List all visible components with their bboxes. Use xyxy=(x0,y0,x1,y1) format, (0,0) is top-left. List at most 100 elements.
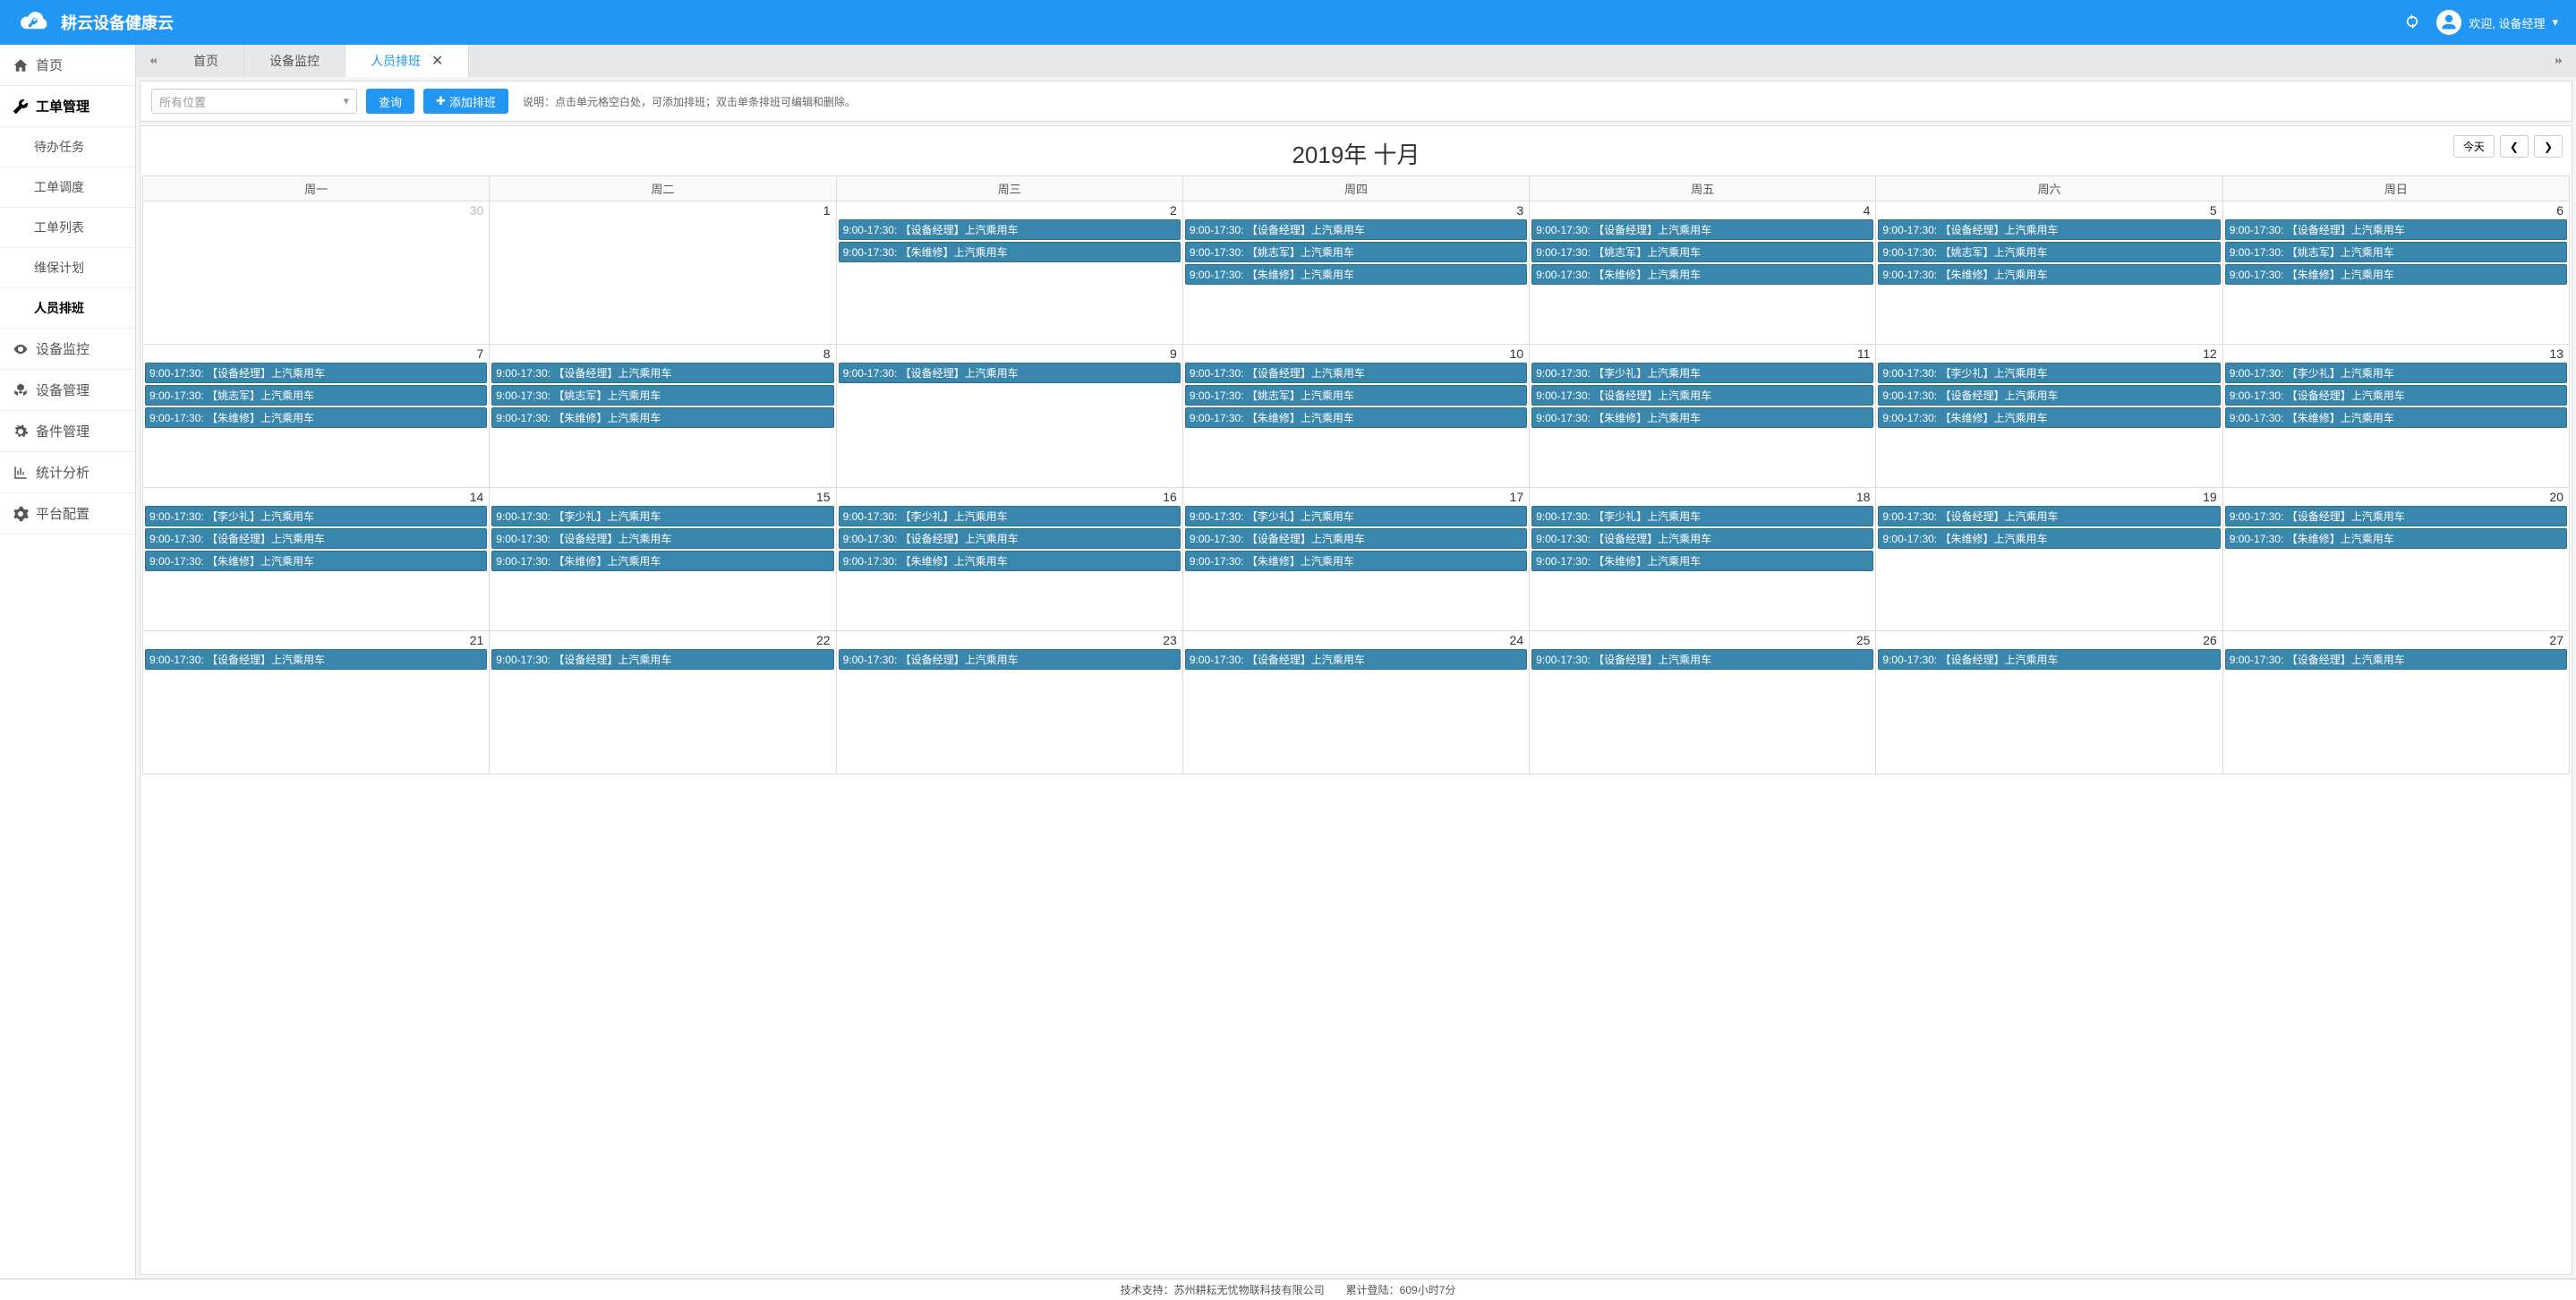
calendar-day-cell[interactable]: 29:00-17:30: 【设备经理】上汽乘用车9:00-17:30: 【朱维修… xyxy=(836,201,1182,345)
schedule-event[interactable]: 9:00-17:30: 【姚志军】上汽乘用车 xyxy=(1185,242,1527,262)
schedule-event[interactable]: 9:00-17:30: 【设备经理】上汽乘用车 xyxy=(491,649,833,670)
calendar-day-cell[interactable]: 159:00-17:30: 【李少礼】上汽乘用车9:00-17:30: 【设备经… xyxy=(490,488,836,631)
schedule-event[interactable]: 9:00-17:30: 【李少礼】上汽乘用车 xyxy=(145,506,487,526)
schedule-event[interactable]: 9:00-17:30: 【设备经理】上汽乘用车 xyxy=(145,649,487,670)
tab[interactable]: 首页 xyxy=(168,45,244,77)
nav-item[interactable]: 平台配置 xyxy=(0,493,135,535)
schedule-event[interactable]: 9:00-17:30: 【设备经理】上汽乘用车 xyxy=(839,528,1181,549)
schedule-event[interactable]: 9:00-17:30: 【朱维修】上汽乘用车 xyxy=(1185,551,1527,571)
calendar-day-cell[interactable]: 199:00-17:30: 【设备经理】上汽乘用车9:00-17:30: 【朱维… xyxy=(1876,488,2222,631)
schedule-event[interactable]: 9:00-17:30: 【朱维修】上汽乘用车 xyxy=(2225,264,2567,285)
calendar-day-cell[interactable]: 59:00-17:30: 【设备经理】上汽乘用车9:00-17:30: 【姚志军… xyxy=(1876,201,2222,345)
schedule-event[interactable]: 9:00-17:30: 【设备经理】上汽乘用车 xyxy=(1185,219,1527,240)
schedule-event[interactable]: 9:00-17:30: 【姚志军】上汽乘用车 xyxy=(1878,242,2220,262)
calendar-day-cell[interactable]: 269:00-17:30: 【设备经理】上汽乘用车 xyxy=(1876,631,2222,774)
schedule-event[interactable]: 9:00-17:30: 【李少礼】上汽乘用车 xyxy=(2225,363,2567,383)
user-menu[interactable]: 欢迎, 设备经理 ▾ xyxy=(2436,10,2558,35)
refresh-icon[interactable] xyxy=(2404,13,2420,32)
nav-sub-item[interactable]: 人员排班 xyxy=(0,288,135,329)
schedule-event[interactable]: 9:00-17:30: 【朱维修】上汽乘用车 xyxy=(839,242,1181,262)
schedule-event[interactable]: 9:00-17:30: 【设备经理】上汽乘用车 xyxy=(839,649,1181,670)
tab[interactable]: 人员排班✕ xyxy=(345,45,469,77)
schedule-event[interactable]: 9:00-17:30: 【朱维修】上汽乘用车 xyxy=(145,407,487,428)
add-schedule-button[interactable]: ✚ 添加排班 xyxy=(423,89,508,114)
schedule-event[interactable]: 9:00-17:30: 【设备经理】上汽乘用车 xyxy=(145,363,487,383)
schedule-event[interactable]: 9:00-17:30: 【姚志军】上汽乘用车 xyxy=(2225,242,2567,262)
calendar-day-cell[interactable]: 209:00-17:30: 【设备经理】上汽乘用车9:00-17:30: 【朱维… xyxy=(2222,488,2569,631)
schedule-event[interactable]: 9:00-17:30: 【设备经理】上汽乘用车 xyxy=(2225,219,2567,240)
schedule-event[interactable]: 9:00-17:30: 【李少礼】上汽乘用车 xyxy=(491,506,833,526)
nav-sub-item[interactable]: 工单列表 xyxy=(0,208,135,248)
calendar-day-cell[interactable]: 69:00-17:30: 【设备经理】上汽乘用车9:00-17:30: 【姚志军… xyxy=(2222,201,2569,345)
schedule-event[interactable]: 9:00-17:30: 【设备经理】上汽乘用车 xyxy=(1531,219,1873,240)
schedule-event[interactable]: 9:00-17:30: 【设备经理】上汽乘用车 xyxy=(1878,219,2220,240)
schedule-event[interactable]: 9:00-17:30: 【设备经理】上汽乘用车 xyxy=(2225,506,2567,526)
calendar-day-cell[interactable]: 79:00-17:30: 【设备经理】上汽乘用车9:00-17:30: 【姚志军… xyxy=(143,345,490,488)
tab[interactable]: 设备监控 xyxy=(244,45,345,77)
calendar-day-cell[interactable]: 169:00-17:30: 【李少礼】上汽乘用车9:00-17:30: 【设备经… xyxy=(836,488,1182,631)
location-select[interactable]: 所有位置 ▾ xyxy=(151,89,357,114)
schedule-event[interactable]: 9:00-17:30: 【朱维修】上汽乘用车 xyxy=(1185,407,1527,428)
schedule-event[interactable]: 9:00-17:30: 【朱维修】上汽乘用车 xyxy=(1878,407,2220,428)
schedule-event[interactable]: 9:00-17:30: 【设备经理】上汽乘用车 xyxy=(1185,528,1527,549)
schedule-event[interactable]: 9:00-17:30: 【设备经理】上汽乘用车 xyxy=(1531,649,1873,670)
schedule-event[interactable]: 9:00-17:30: 【设备经理】上汽乘用车 xyxy=(145,528,487,549)
schedule-event[interactable]: 9:00-17:30: 【设备经理】上汽乘用车 xyxy=(1531,528,1873,549)
calendar-day-cell[interactable]: 109:00-17:30: 【设备经理】上汽乘用车9:00-17:30: 【姚志… xyxy=(1182,345,1529,488)
schedule-event[interactable]: 9:00-17:30: 【朱维修】上汽乘用车 xyxy=(1531,551,1873,571)
calendar-day-cell[interactable]: 259:00-17:30: 【设备经理】上汽乘用车 xyxy=(1530,631,1876,774)
calendar-day-cell[interactable]: 49:00-17:30: 【设备经理】上汽乘用车9:00-17:30: 【姚志军… xyxy=(1530,201,1876,345)
calendar-day-cell[interactable]: 39:00-17:30: 【设备经理】上汽乘用车9:00-17:30: 【姚志军… xyxy=(1182,201,1529,345)
schedule-event[interactable]: 9:00-17:30: 【设备经理】上汽乘用车 xyxy=(1878,506,2220,526)
close-icon[interactable]: ✕ xyxy=(431,52,443,70)
calendar-day-cell[interactable]: 99:00-17:30: 【设备经理】上汽乘用车 xyxy=(836,345,1182,488)
schedule-event[interactable]: 9:00-17:30: 【设备经理】上汽乘用车 xyxy=(1878,649,2220,670)
tabs-next-button[interactable] xyxy=(2544,45,2576,77)
schedule-event[interactable]: 9:00-17:30: 【李少礼】上汽乘用车 xyxy=(839,506,1181,526)
nav-item[interactable]: 备件管理 xyxy=(0,411,135,452)
schedule-event[interactable]: 9:00-17:30: 【李少礼】上汽乘用车 xyxy=(1531,506,1873,526)
schedule-event[interactable]: 9:00-17:30: 【朱维修】上汽乘用车 xyxy=(839,551,1181,571)
calendar-day-cell[interactable]: 119:00-17:30: 【李少礼】上汽乘用车9:00-17:30: 【设备经… xyxy=(1530,345,1876,488)
nav-sub-item[interactable]: 维保计划 xyxy=(0,248,135,288)
schedule-event[interactable]: 9:00-17:30: 【设备经理】上汽乘用车 xyxy=(839,363,1181,383)
schedule-event[interactable]: 9:00-17:30: 【朱维修】上汽乘用车 xyxy=(1185,264,1527,285)
schedule-event[interactable]: 9:00-17:30: 【朱维修】上汽乘用车 xyxy=(2225,528,2567,549)
calendar-day-cell[interactable]: 279:00-17:30: 【设备经理】上汽乘用车 xyxy=(2222,631,2569,774)
schedule-event[interactable]: 9:00-17:30: 【设备经理】上汽乘用车 xyxy=(1185,363,1527,383)
schedule-event[interactable]: 9:00-17:30: 【姚志军】上汽乘用车 xyxy=(1185,385,1527,406)
schedule-event[interactable]: 9:00-17:30: 【设备经理】上汽乘用车 xyxy=(491,528,833,549)
nav-sub-item[interactable]: 工单调度 xyxy=(0,167,135,208)
prev-month-button[interactable]: ❮ xyxy=(2500,135,2529,158)
schedule-event[interactable]: 9:00-17:30: 【姚志军】上汽乘用车 xyxy=(1531,242,1873,262)
schedule-event[interactable]: 9:00-17:30: 【李少礼】上汽乘用车 xyxy=(1878,363,2220,383)
nav-item[interactable]: 设备监控 xyxy=(0,329,135,370)
today-button[interactable]: 今天 xyxy=(2453,135,2495,158)
schedule-event[interactable]: 9:00-17:30: 【设备经理】上汽乘用车 xyxy=(491,363,833,383)
nav-item[interactable]: 工单管理 xyxy=(0,86,135,127)
calendar-day-cell[interactable]: 239:00-17:30: 【设备经理】上汽乘用车 xyxy=(836,631,1182,774)
calendar-day-cell[interactable]: 229:00-17:30: 【设备经理】上汽乘用车 xyxy=(490,631,836,774)
schedule-event[interactable]: 9:00-17:30: 【李少礼】上汽乘用车 xyxy=(1185,506,1527,526)
schedule-event[interactable]: 9:00-17:30: 【朱维修】上汽乘用车 xyxy=(491,551,833,571)
schedule-event[interactable]: 9:00-17:30: 【设备经理】上汽乘用车 xyxy=(2225,385,2567,406)
next-month-button[interactable]: ❯ xyxy=(2534,135,2563,158)
schedule-event[interactable]: 9:00-17:30: 【朱维修】上汽乘用车 xyxy=(1878,264,2220,285)
tabs-prev-button[interactable] xyxy=(136,45,168,77)
schedule-event[interactable]: 9:00-17:30: 【设备经理】上汽乘用车 xyxy=(839,219,1181,240)
schedule-event[interactable]: 9:00-17:30: 【姚志军】上汽乘用车 xyxy=(491,385,833,406)
calendar-day-cell[interactable]: 179:00-17:30: 【李少礼】上汽乘用车9:00-17:30: 【设备经… xyxy=(1182,488,1529,631)
calendar-day-cell[interactable]: 1 xyxy=(490,201,836,345)
calendar-day-cell[interactable]: 30 xyxy=(143,201,490,345)
calendar-day-cell[interactable]: 129:00-17:30: 【李少礼】上汽乘用车9:00-17:30: 【设备经… xyxy=(1876,345,2222,488)
schedule-event[interactable]: 9:00-17:30: 【朱维修】上汽乘用车 xyxy=(1531,264,1873,285)
schedule-event[interactable]: 9:00-17:30: 【朱维修】上汽乘用车 xyxy=(491,407,833,428)
nav-item[interactable]: 统计分析 xyxy=(0,452,135,493)
schedule-event[interactable]: 9:00-17:30: 【姚志军】上汽乘用车 xyxy=(145,385,487,406)
schedule-event[interactable]: 9:00-17:30: 【设备经理】上汽乘用车 xyxy=(1531,385,1873,406)
calendar-day-cell[interactable]: 89:00-17:30: 【设备经理】上汽乘用车9:00-17:30: 【姚志军… xyxy=(490,345,836,488)
calendar-day-cell[interactable]: 249:00-17:30: 【设备经理】上汽乘用车 xyxy=(1182,631,1529,774)
schedule-event[interactable]: 9:00-17:30: 【设备经理】上汽乘用车 xyxy=(1878,385,2220,406)
calendar-day-cell[interactable]: 189:00-17:30: 【李少礼】上汽乘用车9:00-17:30: 【设备经… xyxy=(1530,488,1876,631)
nav-item[interactable]: 设备管理 xyxy=(0,370,135,411)
